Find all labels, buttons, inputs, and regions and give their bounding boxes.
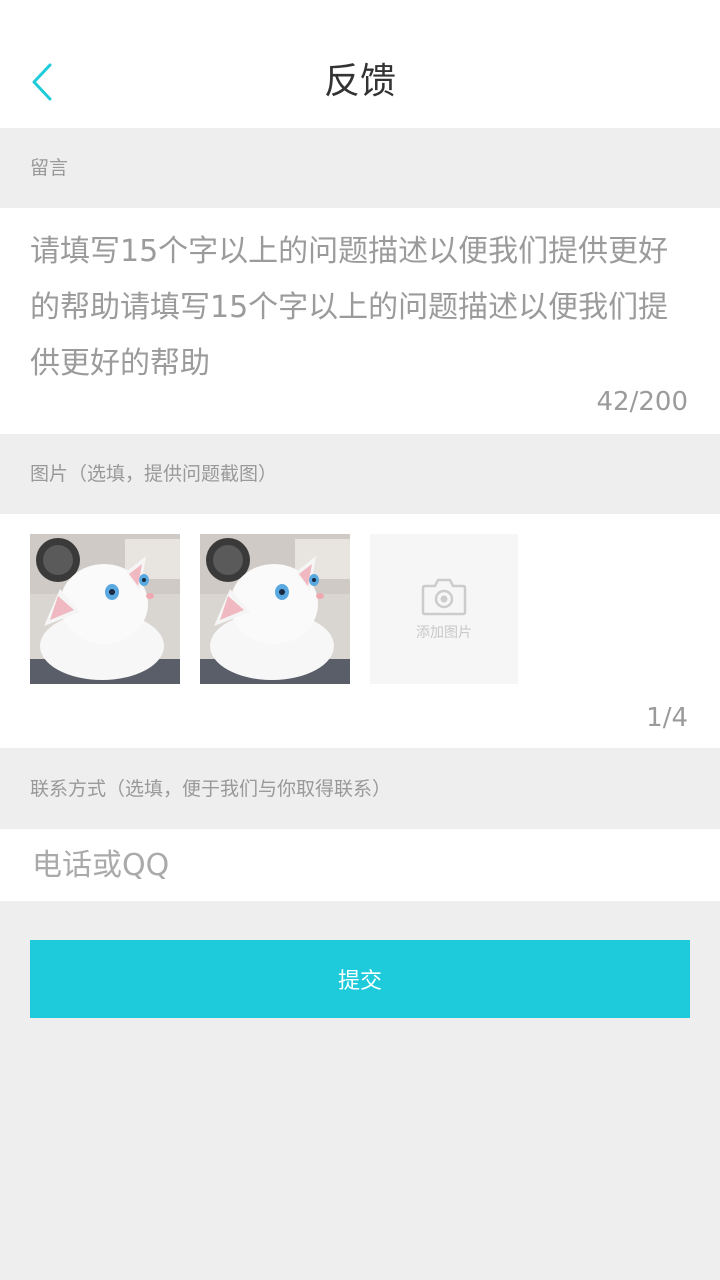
contact-section-label: 联系方式（选填，便于我们与你取得联系）: [30, 778, 392, 800]
add-image-label: 添加图片: [416, 625, 472, 641]
images-panel: 添加图片 1/4: [0, 514, 720, 748]
image-counter: 1/4: [646, 703, 688, 733]
white-cat-photo: [200, 534, 350, 684]
images-section-label: 图片（选填，提供问题截图）: [30, 463, 278, 485]
contact-panel: [0, 829, 720, 901]
image-thumbnail-1[interactable]: [30, 534, 180, 684]
message-textarea[interactable]: 请填写15个字以上的问题描述以便我们提供更好的帮助请填写15个字以上的问题描述以…: [30, 224, 690, 392]
add-image-button[interactable]: 添加图片: [370, 534, 518, 684]
feedback-screen: 反馈 留言 请填写15个字以上的问题描述以便我们提供更好的帮助请填写15个字以上…: [0, 0, 720, 1280]
contact-input[interactable]: [0, 829, 720, 901]
page-title: 反馈: [323, 61, 396, 102]
header: 反馈: [0, 0, 720, 128]
message-panel: 请填写15个字以上的问题描述以便我们提供更好的帮助请填写15个字以上的问题描述以…: [0, 208, 720, 434]
white-cat-photo: [30, 534, 180, 684]
submit-button[interactable]: 提交: [30, 940, 690, 1018]
message-section-label: 留言: [30, 157, 69, 179]
image-thumbnail-2[interactable]: [200, 534, 350, 684]
camera-icon: [421, 578, 467, 616]
message-char-counter: 42/200: [596, 387, 688, 417]
